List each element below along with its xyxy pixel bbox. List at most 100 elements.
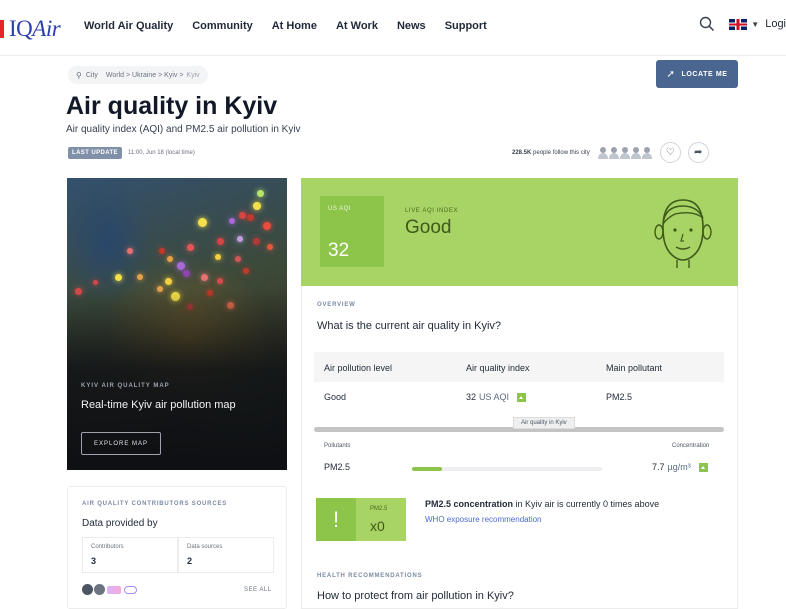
map-marker-icon — [127, 248, 133, 254]
contributor-logo-icon[interactable] — [82, 584, 93, 595]
health-question: How to protect from air pollution in Kyi… — [317, 590, 514, 602]
map-marker-icon — [247, 214, 254, 221]
map-marker-icon — [217, 238, 224, 245]
follower-avatar-icon — [630, 146, 641, 159]
row-aqi: 32 US AQI — [466, 392, 527, 402]
follower-avatar-icon — [608, 146, 619, 159]
map-card-title: Real-time Kyiv air pollution map — [81, 399, 236, 411]
breadcrumb-city-label[interactable]: City — [86, 72, 98, 79]
map-marker-icon — [217, 278, 223, 284]
pollutants-label: Pollutants — [324, 443, 351, 449]
nav-links: World Air Quality Community At Home At W… — [84, 20, 506, 32]
overview-card: OVERVIEW What is the current air quality… — [301, 286, 738, 609]
nav-right: ▼ Logi — [699, 16, 786, 32]
map-marker-icon — [267, 244, 273, 250]
map-card[interactable]: KYIV AIR QUALITY MAP Real-time Kyiv air … — [67, 178, 287, 470]
health-recommendations-label: HEALTH RECOMMENDATIONS — [317, 573, 423, 579]
map-marker-icon — [177, 262, 185, 270]
smiley-face-icon — [654, 199, 712, 268]
who-multiplier: PM2.5 x0 — [356, 498, 406, 541]
map-marker-icon — [187, 244, 194, 251]
navigation-arrow-icon: ➚ — [666, 68, 676, 80]
who-multiplier-label: PM2.5 — [370, 506, 388, 512]
who-comparison-box: ! PM2.5 x0 — [316, 498, 406, 541]
aqi-status: Good — [405, 217, 452, 238]
who-recommendation-link[interactable]: WHO exposure recommendation — [425, 515, 542, 524]
map-marker-icon — [237, 236, 243, 242]
login-link[interactable]: Logi — [765, 18, 786, 30]
iqair-logo[interactable]: IQAir — [0, 16, 61, 42]
nav-link-at-home[interactable]: At Home — [272, 20, 317, 32]
followers-bar: 228.5K people follow this city ♡ ➦ — [512, 142, 709, 163]
explore-map-button[interactable]: EXPLORE MAP — [81, 432, 161, 455]
location-pin-icon: ⚲ — [76, 70, 82, 80]
follow-heart-button[interactable]: ♡ — [659, 142, 681, 163]
map-marker-icon — [215, 254, 221, 260]
header-pollution-level: Air pollution level — [324, 363, 393, 373]
pollutant-unit: µg/m³ — [667, 462, 691, 472]
logo-mark — [0, 20, 4, 38]
follower-avatars — [597, 146, 653, 159]
nav-link-news[interactable]: News — [397, 20, 426, 32]
map-marker-icon — [165, 278, 172, 285]
share-button[interactable]: ➦ — [687, 142, 709, 163]
nav-link-support[interactable]: Support — [445, 20, 487, 32]
contributors-stat-label: Contributors — [91, 544, 124, 550]
header-aqi: Air quality index — [466, 363, 530, 373]
contributors-title: Data provided by — [82, 518, 158, 529]
chevron-down-icon[interactable]: ▼ — [751, 20, 759, 29]
map-marker-icon — [201, 274, 208, 281]
map-marker-icon — [239, 212, 246, 219]
contributors-label: AIR QUALITY CONTRIBUTORS SOURCES — [82, 501, 228, 507]
nav-link-community[interactable]: Community — [192, 20, 253, 32]
contributor-logos — [82, 584, 137, 595]
map-marker-icon — [243, 268, 249, 274]
map-marker-icon — [229, 218, 235, 224]
page-subtitle: Air quality index (AQI) and PM2.5 air po… — [66, 124, 301, 135]
data-sources-stat-value: 2 — [187, 556, 193, 566]
row-pollution-level: Good — [324, 392, 347, 402]
pollutant-level-indicator-icon — [698, 462, 708, 472]
pollutant-name: PM2.5 — [324, 462, 351, 472]
breadcrumb: ⚲ City World > Ukraine > Kyiv > Kyiv — [68, 66, 208, 84]
pollutant-bar — [412, 467, 602, 471]
search-icon[interactable] — [699, 16, 715, 32]
pollutant-bar-fill — [412, 467, 443, 471]
pollutant-concentration: 7.7 µg/m³ — [652, 462, 708, 472]
map-card-label: KYIV AIR QUALITY MAP — [81, 383, 170, 389]
exclamation-icon: ! — [316, 498, 356, 541]
row-aqi-unit: US AQI — [479, 392, 510, 402]
overview-question: What is the current air quality in Kyiv? — [317, 320, 502, 332]
data-sources-stat: Data sources 2 — [178, 537, 274, 573]
locate-me-button[interactable]: ➚ LOCATE ME — [656, 60, 738, 88]
uk-flag-icon[interactable] — [729, 18, 748, 30]
contributor-logo-icon[interactable] — [107, 585, 121, 594]
breadcrumb-path[interactable]: World > Ukraine > Kyiv > — [106, 72, 184, 79]
follower-avatar-icon — [597, 146, 608, 159]
breadcrumb-current: Kyiv — [186, 71, 200, 79]
follower-avatar-icon — [619, 146, 630, 159]
map-marker-icon — [253, 202, 261, 210]
see-all-link[interactable]: SEE ALL — [244, 587, 272, 593]
map-marker-icon — [235, 256, 241, 262]
data-sources-stat-label: Data sources — [187, 544, 223, 550]
nav-link-world-air-quality[interactable]: World Air Quality — [84, 20, 173, 32]
map-marker-icon — [263, 222, 271, 230]
nav-link-at-work[interactable]: At Work — [336, 20, 378, 32]
contributors-stat-value: 3 — [91, 556, 97, 566]
aqi-value-box: US AQI 32 — [320, 196, 384, 267]
contributor-logo-icon[interactable] — [94, 584, 105, 595]
aqi-table-header: Air pollution level Air quality index Ma… — [314, 352, 724, 382]
concentration-statement: PM2.5 concentration in Kyiv air is curre… — [425, 499, 660, 509]
map-marker-icon — [167, 256, 173, 262]
overview-label: OVERVIEW — [317, 302, 356, 308]
cloud-icon[interactable] — [124, 585, 137, 594]
map-marker-icon — [93, 280, 98, 285]
concentration-label: Concentration — [672, 443, 710, 449]
aqi-value: 32 — [328, 240, 350, 261]
map-marker-icon — [137, 274, 143, 280]
contributors-stat: Contributors 3 — [82, 537, 178, 573]
aqi-panel: US AQI 32 LIVE AQI INDEX Good — [301, 178, 738, 286]
map-marker-icon — [159, 248, 165, 254]
last-update-badge: LAST UPDATE — [68, 147, 122, 159]
